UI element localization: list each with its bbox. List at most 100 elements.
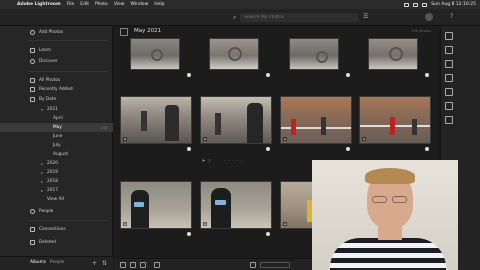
sidebar-item-by-date[interactable]: By Date (0, 95, 113, 104)
sidebar-item-label: May (53, 125, 62, 130)
chevron-right-icon: ▸ (41, 179, 44, 184)
photo-thumbnail[interactable] (289, 38, 339, 70)
info-dot[interactable] (187, 147, 191, 151)
grid-view-icon[interactable] (120, 262, 126, 268)
sidebar-item-label: 2018 (47, 179, 58, 184)
zoom-out-icon[interactable] (250, 262, 256, 268)
photo-thumbnail[interactable]: ▪ (120, 181, 192, 229)
linear-gradient-icon[interactable] (445, 88, 453, 96)
sidebar-item-people[interactable]: People (0, 207, 113, 216)
raw-badge: ▪ (203, 137, 208, 141)
chevron-down-icon: ▾ (41, 107, 44, 112)
info-dot[interactable] (346, 73, 350, 77)
photo-thumbnail[interactable]: ▪ (359, 96, 431, 144)
sidebar-item-year-2021[interactable]: ▾ 2021 (0, 105, 113, 114)
search-box[interactable]: ⌕ (233, 13, 358, 22)
star-rating[interactable]: · · · · · (224, 159, 243, 163)
detail-view-icon[interactable] (140, 262, 146, 268)
tab-people[interactable]: People (50, 260, 64, 265)
chevron-right-icon: ▸ (41, 170, 44, 175)
sidebar-item-deleted[interactable]: Deleted (0, 238, 113, 247)
sidebar-item-recently-added[interactable]: Recently Added (0, 85, 113, 94)
sidebar-item-label: All Photos (39, 78, 61, 83)
info-dot[interactable] (346, 147, 350, 151)
menu-clock[interactable]: Sun Aug 8 12:10:25 (431, 2, 476, 7)
sidebar-item-year-2017[interactable]: ▸ 2017 (0, 186, 113, 195)
sidebar-item-may[interactable]: May 158 (0, 123, 113, 132)
edit-icon[interactable] (445, 32, 453, 40)
photos-icon (30, 78, 35, 83)
sidebar-item-label: Learn (39, 48, 52, 53)
tab-albums[interactable]: Albums (30, 260, 46, 265)
wifi-icon[interactable] (422, 2, 428, 7)
sidebar-item-april[interactable]: April (0, 114, 113, 123)
sidebar-item-add-photos[interactable]: Add Photos (0, 28, 113, 37)
menu-app-name[interactable]: Adobe Lightroom (17, 2, 61, 7)
info-icon[interactable] (445, 116, 453, 124)
sidebar-item-view-all[interactable]: View All (0, 195, 113, 204)
info-dot[interactable] (187, 73, 191, 77)
menu-view[interactable]: View (114, 2, 125, 7)
sidebar-item-learn[interactable]: Learn (0, 46, 113, 55)
menu-edit[interactable]: Edit (80, 2, 89, 7)
photo-count: 158 photos (411, 29, 431, 33)
menu-window[interactable]: Window (131, 2, 149, 7)
sidebar-item-year-2018[interactable]: ▸ 2018 (0, 177, 113, 186)
photo-thumbnail[interactable] (209, 38, 259, 70)
info-dot[interactable] (425, 147, 429, 151)
help-icon[interactable]: ? (450, 13, 453, 20)
divider (28, 220, 108, 221)
flag-control[interactable]: ⚑ ⚐ (202, 159, 212, 163)
photo-thumbnail[interactable] (130, 38, 180, 70)
healing-brush-icon[interactable] (445, 60, 453, 68)
sidebar-item-label: April (53, 116, 63, 121)
crop-icon[interactable] (445, 46, 453, 54)
photo-thumbnail[interactable]: ▪ (120, 96, 192, 144)
battery-icon[interactable] (413, 2, 419, 7)
sidebar-item-all-photos[interactable]: All Photos (0, 76, 113, 85)
sidebar-item-discover[interactable]: Discover (0, 57, 113, 66)
menu-photo[interactable]: Photo (95, 2, 108, 7)
filter-icon[interactable]: ☰ (363, 13, 368, 20)
info-dot[interactable] (266, 232, 270, 236)
radial-gradient-icon[interactable] (445, 102, 453, 110)
info-dot[interactable] (187, 232, 191, 236)
cloud-sync-icon[interactable] (425, 13, 433, 21)
search-input[interactable] (244, 13, 354, 22)
sidebar-item-july[interactable]: July (0, 141, 113, 150)
sidebar-item-label: 2021 (47, 107, 58, 112)
photo-thumbnail[interactable] (368, 38, 418, 70)
app-toolbar: ⌕ ☰ ? (0, 9, 480, 26)
photo-thumbnail[interactable]: ▪ (200, 181, 272, 229)
sidebar-item-year-2019[interactable]: ▸ 2019 (0, 168, 113, 177)
photo-thumbnail[interactable]: ▪ (200, 96, 272, 144)
filmstrip-icon[interactable] (154, 262, 160, 268)
info-dot[interactable] (425, 73, 429, 77)
toggle-sidebar-icon[interactable] (120, 28, 128, 36)
sort-icon[interactable]: ⇅ (102, 260, 107, 267)
clock-icon (30, 87, 35, 92)
grid-title: May 2021 (134, 28, 162, 34)
info-dot[interactable] (266, 147, 270, 151)
sidebar: Add Photos Learn Discover All Photos Rec… (0, 26, 113, 270)
sidebar-item-august[interactable]: August (0, 150, 113, 159)
sidebar-item-connections[interactable]: Connections (0, 225, 113, 234)
add-album-icon[interactable]: + (92, 260, 97, 267)
sidebar-item-label: Deleted (39, 240, 56, 245)
raw-badge: ▪ (123, 137, 128, 141)
status-icon[interactable] (404, 2, 410, 7)
sidebar-item-june[interactable]: June (0, 132, 113, 141)
trash-icon (30, 240, 35, 245)
brush-icon[interactable] (445, 74, 453, 82)
info-dot[interactable] (266, 73, 270, 77)
square-grid-icon[interactable] (130, 262, 136, 268)
raw-badge: ▪ (283, 137, 288, 141)
sidebar-item-label: Recently Added (39, 87, 73, 92)
photo-thumbnail[interactable]: ▪ (280, 96, 352, 144)
zoom-slider[interactable] (260, 262, 290, 268)
sidebar-item-label: Connections (39, 227, 66, 232)
menu-file[interactable]: File (67, 2, 75, 7)
menu-help[interactable]: Help (154, 2, 164, 7)
sidebar-item-label: 2019 (47, 170, 58, 175)
sidebar-item-year-2020[interactable]: ▸ 2020 (0, 159, 113, 168)
